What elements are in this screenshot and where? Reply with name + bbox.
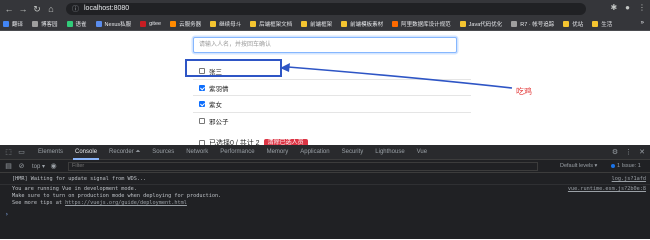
- divider: [193, 112, 471, 113]
- console-line: Make sure to turn on production mode whe…: [12, 193, 222, 199]
- forward-icon[interactable]: →: [18, 4, 28, 14]
- bookmark[interactable]: 云服务器: [170, 20, 201, 28]
- home-icon[interactable]: ⌂: [46, 4, 56, 14]
- tab-console[interactable]: Console: [73, 145, 100, 160]
- deployment-guide-link[interactable]: https://vuejs.org/guide/deployment.html: [65, 200, 187, 206]
- console-prompt[interactable]: ›: [5, 211, 9, 218]
- console-toolbar: ▤ ⊘ top ▾ ◉ Default levels ▾ 1 Issue: 1: [0, 160, 650, 173]
- annotation-text: 吃鸡: [516, 87, 532, 96]
- clear-console-icon[interactable]: ⊘: [17, 162, 26, 171]
- cloud-icon: [170, 20, 177, 27]
- item-label: 张三: [209, 69, 222, 76]
- page-content: 张三 紫羽情 紫女 邪公子 吃鸡 已选择0 / 共计 2 清除已选人员: [0, 31, 650, 148]
- bookmark[interactable]: 优站: [563, 20, 583, 28]
- filter-input[interactable]: [68, 161, 539, 171]
- bookmark[interactable]: Java代码优化: [459, 20, 502, 28]
- bookmark[interactable]: 生活: [592, 20, 612, 28]
- folder-icon: [210, 20, 217, 27]
- bookmark[interactable]: 阿里数据库设计规范: [392, 20, 451, 28]
- back-icon[interactable]: ←: [4, 4, 14, 14]
- device-toggle-icon[interactable]: ▭: [17, 148, 26, 157]
- console-output: [HMR] Waiting for update signal from WDS…: [0, 173, 650, 239]
- bookmark[interactable]: 语雀: [66, 20, 87, 28]
- translate-icon: [3, 20, 9, 27]
- tab-application[interactable]: Application: [300, 145, 329, 160]
- bookmark[interactable]: gitee: [140, 20, 161, 27]
- item-label: 紫羽情: [209, 86, 229, 93]
- tab-sources[interactable]: Sources: [152, 145, 174, 160]
- item-label: 紫女: [209, 102, 222, 109]
- url-text: localhost:8080: [84, 5, 130, 12]
- annotation-arrow: [280, 63, 513, 89]
- tab-elements[interactable]: Elements: [38, 145, 63, 160]
- tab-memory[interactable]: Memory: [267, 145, 289, 160]
- site-info-icon[interactable]: ⓘ: [72, 4, 79, 14]
- list-item[interactable]: 紫女: [199, 99, 222, 109]
- bookmark[interactable]: R7 · 帐号追踪: [511, 20, 554, 28]
- bookmark[interactable]: 前端框架: [301, 20, 332, 28]
- tab-network[interactable]: Network: [186, 145, 208, 160]
- bookmark[interactable]: 前端模板素材: [341, 20, 383, 28]
- devtools-panel: ⬚ ▭ Elements Console Recorder ⏶ Sources …: [0, 145, 650, 239]
- context-select[interactable]: top ▾: [32, 163, 45, 170]
- eye-icon[interactable]: ◉: [49, 162, 58, 171]
- folder-icon: [301, 20, 308, 27]
- list-item[interactable]: 邪公子: [199, 116, 229, 126]
- cnblogs-icon: [32, 20, 39, 27]
- browser-toolbar: ← → ↻ ⌂ ⓘ localhost:8080 ✱ ● ⋮: [0, 0, 650, 17]
- bookmark[interactable]: Nexus私服: [95, 20, 131, 28]
- bookmark[interactable]: 继续母斗: [210, 20, 241, 28]
- console-line: You are running Vue in development mode.: [12, 186, 137, 192]
- tab-performance[interactable]: Performance: [220, 145, 254, 160]
- divider: [0, 184, 650, 185]
- gitee-icon: [140, 20, 147, 27]
- issues-counter[interactable]: 1 Issue: 1: [611, 163, 641, 169]
- issue-icon: [611, 163, 615, 168]
- console-line: See more tips at https://vuejs.org/guide…: [12, 200, 187, 206]
- close-icon[interactable]: ✕: [639, 148, 645, 156]
- checkbox[interactable]: [199, 101, 205, 107]
- folder-icon: [250, 20, 257, 27]
- console-source-link[interactable]: log.js?1afd: [612, 176, 646, 182]
- inspect-icon[interactable]: ⬚: [4, 148, 13, 157]
- profile-icon[interactable]: ●: [625, 3, 630, 12]
- bookmark[interactable]: 后端框架文档: [250, 20, 292, 28]
- devtools-menu-icon[interactable]: ⋮: [625, 148, 632, 156]
- more-bookmarks-icon[interactable]: »: [641, 20, 644, 26]
- tab-security[interactable]: Security: [342, 145, 364, 160]
- log-levels-select[interactable]: Default levels ▾: [560, 163, 597, 169]
- list-item[interactable]: 张三: [199, 66, 222, 76]
- bookmark[interactable]: 翻译: [3, 20, 23, 28]
- extensions-icon[interactable]: ✱: [610, 3, 617, 12]
- tab-lighthouse[interactable]: Lighthouse: [375, 145, 404, 160]
- devtools-tabbar: ⬚ ▭ Elements Console Recorder ⏶ Sources …: [0, 145, 650, 160]
- settings-gear-icon[interactable]: ⚙: [612, 148, 618, 156]
- list-item[interactable]: 紫羽情: [199, 83, 229, 93]
- item-label: 邪公子: [209, 119, 229, 126]
- folder-icon: [459, 20, 466, 27]
- checkbox[interactable]: [199, 68, 205, 74]
- checkbox[interactable]: [199, 85, 205, 91]
- divider: [193, 95, 471, 96]
- checkbox[interactable]: [199, 118, 205, 124]
- nexus-icon: [95, 20, 102, 27]
- menu-icon[interactable]: ⋮: [638, 3, 646, 12]
- sidebar-toggle-icon[interactable]: ▤: [4, 162, 13, 171]
- folder-icon: [341, 20, 348, 27]
- reload-icon[interactable]: ↻: [32, 4, 42, 14]
- bookmark[interactable]: 博客园: [32, 20, 58, 28]
- console-line: [HMR] Waiting for update signal from WDS…: [12, 176, 147, 182]
- folder-icon: [563, 20, 570, 27]
- search-input[interactable]: [193, 37, 457, 53]
- folder-icon: [592, 20, 599, 27]
- tab-vue[interactable]: Vue: [417, 145, 427, 160]
- r7-icon: [511, 20, 518, 27]
- tab-recorder[interactable]: Recorder ⏶: [109, 145, 140, 160]
- bookmarks-bar: 翻译 博客园 语雀 Nexus私服 gitee 云服务器 继续母斗 后端框架文档…: [0, 17, 650, 31]
- aliyun-icon: [392, 20, 399, 27]
- console-source-link[interactable]: vue.runtime.esm.js?2b0e:8: [568, 186, 646, 192]
- yuque-icon: [66, 20, 73, 27]
- address-bar[interactable]: ⓘ localhost:8080: [66, 2, 586, 15]
